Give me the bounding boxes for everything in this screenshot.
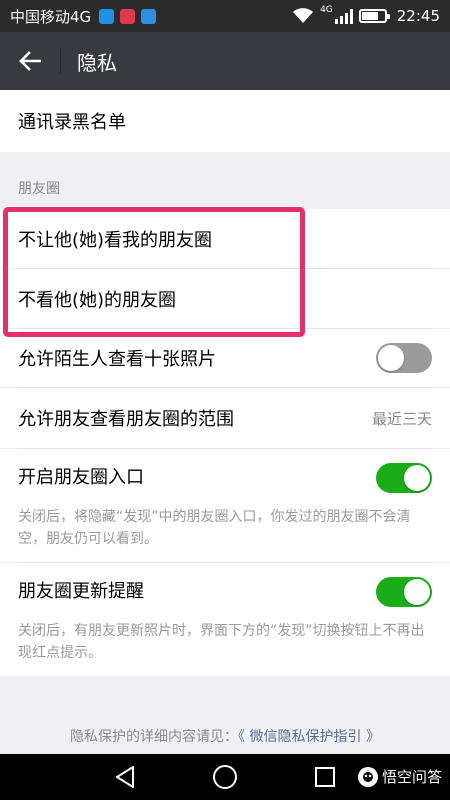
title-divider — [60, 48, 61, 74]
privacy-footer-text: 隐私保护的详细内容请见： — [70, 729, 239, 745]
hide-their-moments-label: 不看他(她)的朋友圈 — [18, 289, 177, 311]
watermark: 悟空问答 — [357, 766, 442, 787]
system-nav-bar: 悟空问答 — [0, 754, 450, 800]
stranger-photos-row: 允许陌生人查看十张照片 — [0, 329, 450, 387]
battery-icon — [358, 9, 390, 23]
moments-entrance-description: 关闭后，将隐藏“发现”中的朋友圈入口，你发过的朋友圈不会清空，朋友仍可以看到。 — [18, 509, 411, 547]
privacy-footer: 隐私保护的详细内容请见：《 微信隐私保护指引 》 — [0, 726, 450, 746]
signal-icon — [334, 8, 353, 24]
friend-range-label: 允许朋友查看朋友圈的范围 — [18, 409, 234, 430]
privacy-guide-link[interactable]: 《 微信隐私保护指引 》 — [238, 729, 380, 745]
moments-update-label: 朋友圈更新提醒 — [18, 581, 144, 602]
hide-their-moments-row[interactable]: 不看他(她)的朋友圈 — [0, 269, 450, 328]
friend-range-row[interactable]: 允许朋友查看朋友圈的范围 最近三天 — [0, 388, 450, 448]
nav-recents-button[interactable] — [310, 762, 340, 792]
stranger-photos-label: 允许陌生人查看十张照片 — [18, 349, 216, 370]
wifi-icon — [293, 8, 314, 23]
stranger-photos-toggle[interactable] — [376, 343, 432, 373]
moments-update-description: 关闭后，有朋友更新照片时，界面下方的“发现”切换按钮上不再出现红点提示。 — [18, 623, 425, 661]
friend-range-value: 最近三天 — [371, 409, 432, 428]
blacklist-label: 通讯录黑名单 — [18, 112, 126, 133]
toggle-knob — [404, 579, 430, 605]
notification-app-icon — [99, 8, 115, 24]
moments-entrance-toggle[interactable] — [376, 463, 432, 493]
wukong-logo-icon — [357, 766, 378, 787]
hide-my-moments-label: 不让他(她)看我的朋友圈 — [18, 229, 213, 251]
carrier-label: 中国移动4G — [10, 7, 92, 26]
square-recents-icon — [315, 767, 335, 787]
moments-section-label: 朋友圈 — [18, 181, 60, 197]
back-button[interactable] — [0, 32, 60, 90]
page-title: 隐私 — [77, 50, 117, 75]
watermark-text: 悟空问答 — [381, 768, 442, 786]
triangle-back-icon — [116, 766, 134, 788]
toggle-knob — [378, 345, 404, 371]
blacklist-row[interactable]: 通讯录黑名单 — [0, 90, 450, 152]
circle-home-icon — [213, 765, 237, 789]
title-bar: 隐私 — [0, 32, 450, 90]
hide-my-moments-row[interactable]: 不让他(她)看我的朋友圈 — [0, 209, 450, 268]
clock: 22:45 — [396, 7, 440, 25]
arrow-left-icon — [19, 51, 41, 71]
nav-back-button[interactable] — [110, 762, 140, 792]
notification-app-icon — [120, 8, 136, 24]
network-type-badge: 4G — [320, 4, 333, 15]
moments-update-toggle[interactable] — [376, 577, 432, 607]
toggle-knob — [404, 465, 430, 491]
moments-entrance-label: 开启朋友圈入口 — [18, 467, 144, 488]
nav-home-button[interactable] — [210, 762, 240, 792]
notification-gallery-icon — [141, 8, 157, 24]
status-bar: 中国移动4G 4G 22:45 — [0, 0, 450, 32]
